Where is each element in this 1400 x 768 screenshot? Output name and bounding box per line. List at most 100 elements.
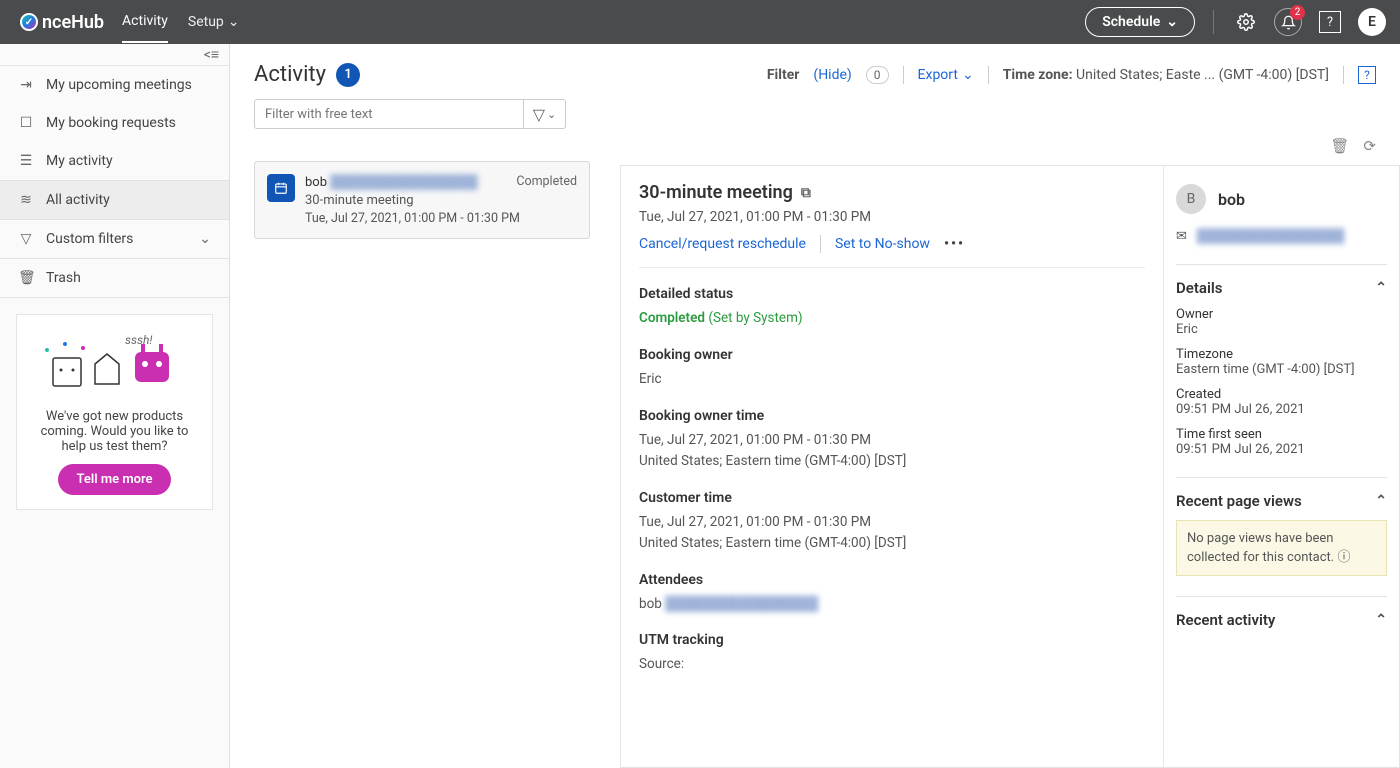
notification-badge: 2: [1290, 5, 1305, 20]
help-icon: ?: [1319, 11, 1341, 33]
sidebar-item-upcoming[interactable]: ⇥ My upcoming meetings: [0, 66, 229, 104]
detail-main: 30-minute meeting ⧉ Tue, Jul 27, 2021, 0…: [621, 166, 1163, 767]
divider: [1213, 10, 1214, 34]
promo-text: We've got new products coming. Would you…: [31, 409, 198, 454]
chevron-down-icon: ⌄: [199, 231, 211, 247]
notifications-button[interactable]: 2: [1274, 8, 1302, 36]
avatar[interactable]: E: [1358, 8, 1386, 36]
activity-list-item[interactable]: bob ████████████████ Completed 30-minute…: [254, 161, 590, 239]
sidebar-item-myactivity[interactable]: ☰ My activity: [0, 142, 229, 180]
export-button[interactable]: Export ⌄: [918, 67, 974, 83]
schedule-label: Schedule: [1102, 14, 1160, 30]
promo-illustration: sssh!: [31, 329, 198, 401]
owner-value: Eric: [639, 369, 1145, 390]
pageviews-section: Recent page views ⌃ No page views have b…: [1176, 477, 1387, 576]
envelope-icon: ✉: [1176, 229, 1187, 244]
sidebar-item-trash[interactable]: 🗑 Trash: [0, 259, 229, 297]
sidebar-promo: sssh! We've got new products coming. Wou…: [16, 314, 213, 510]
external-link-icon[interactable]: ⧉: [801, 185, 811, 201]
activity-count-badge: 1: [336, 63, 360, 87]
chevron-down-icon: ⌄: [547, 108, 556, 121]
refresh-button[interactable]: ⟳: [1363, 137, 1376, 155]
details-section: Details ⌃ OwnerEric TimezoneEastern time…: [1176, 264, 1387, 457]
owner-time-line1: Tue, Jul 27, 2021, 01:00 PM - 01:30 PM: [639, 430, 1145, 451]
chevron-up-icon: ⌃: [1375, 280, 1387, 296]
filter-label: Filter: [767, 67, 800, 83]
divider: [820, 235, 821, 253]
recent-activity-section: Recent activity ⌃: [1176, 596, 1387, 629]
list-tools: 🗑 ⟳: [230, 129, 1400, 161]
owner-time-heading: Booking owner time: [639, 408, 1145, 424]
filter-count: 0: [866, 66, 889, 84]
activity-time: Tue, Jul 27, 2021, 01:00 PM - 01:30 PM: [305, 211, 577, 226]
details-heading: Details: [1176, 279, 1222, 297]
sidebar-item-label: All activity: [46, 192, 110, 208]
activity-contact-name: bob: [305, 175, 327, 190]
delete-button[interactable]: 🗑: [1330, 137, 1349, 155]
activity-list: bob ████████████████ Completed 30-minute…: [254, 161, 590, 768]
sidebar-item-all-activity[interactable]: ≋ All activity: [0, 181, 229, 219]
cancel-reschedule-link[interactable]: Cancel/request reschedule: [639, 236, 806, 252]
pageviews-empty-notice: No page views have been collected for th…: [1176, 520, 1387, 576]
utm-source: Source:: [639, 654, 1145, 675]
pageviews-message: No page views have been collected for th…: [1187, 531, 1334, 565]
sidebar-collapse-toggle[interactable]: <≡: [0, 44, 229, 66]
nav-setup[interactable]: Setup ⌄: [188, 1, 240, 43]
sidebar-item-custom-filters[interactable]: ▽ Custom filters ⌄: [0, 220, 229, 258]
details-section-toggle[interactable]: Details ⌃: [1176, 279, 1387, 297]
help-button[interactable]: ?: [1316, 8, 1344, 36]
help-icon[interactable]: ?: [1358, 66, 1376, 84]
promo-button[interactable]: Tell me more: [58, 464, 170, 495]
nav-activity[interactable]: Activity: [122, 1, 168, 43]
top-nav: Activity Setup ⌄: [122, 1, 239, 43]
pageviews-heading: Recent page views: [1176, 492, 1302, 510]
activity-icon: ≋: [18, 192, 34, 208]
created-label: Created: [1176, 387, 1387, 402]
activity-contact-email: ████████████████: [330, 175, 477, 190]
customer-time-heading: Customer time: [639, 490, 1145, 506]
more-actions-button[interactable]: •••: [944, 236, 965, 252]
nav-setup-label: Setup: [188, 14, 224, 30]
schedule-button[interactable]: Schedule ⌄: [1085, 7, 1195, 37]
tz-label: Time zone:: [1003, 67, 1073, 83]
filter-icon: ▽: [18, 231, 34, 247]
filter-hide-link[interactable]: (Hide): [813, 67, 851, 83]
set-noshow-link[interactable]: Set to No-show: [835, 236, 930, 252]
sidebar-item-label: My upcoming meetings: [46, 77, 192, 93]
created-value: 09:51 PM Jul 26, 2021: [1176, 402, 1387, 417]
timezone-display: Time zone: United States; Easte ... (GMT…: [1003, 67, 1329, 83]
brand-logo[interactable]: ✓ nceHub: [20, 12, 104, 33]
chevron-up-icon: ⌃: [1375, 612, 1387, 628]
customer-time-line1: Tue, Jul 27, 2021, 01:00 PM - 01:30 PM: [639, 512, 1145, 533]
chevron-down-icon: ⌄: [962, 67, 974, 83]
promo-ssh-text: sssh!: [125, 333, 152, 347]
sidebar-item-label: My booking requests: [46, 115, 176, 131]
contact-name: bob: [1218, 190, 1245, 209]
trash-icon: 🗑: [18, 270, 34, 286]
sidebar-item-requests[interactable]: ☐ My booking requests: [0, 104, 229, 142]
page-title: Activity: [254, 62, 326, 87]
owner-heading: Booking owner: [639, 347, 1145, 363]
chevron-up-icon: ⌃: [1375, 493, 1387, 509]
chevron-down-icon: ⌄: [228, 14, 240, 30]
info-icon[interactable]: ⓘ: [1337, 550, 1350, 565]
customer-time-line2: United States; Eastern time (GMT-4:00) […: [639, 533, 1145, 554]
filter-dropdown-button[interactable]: ▽ ⌄: [524, 99, 566, 129]
firstseen-label: Time first seen: [1176, 427, 1387, 442]
sidebar-item-label: Trash: [46, 270, 81, 286]
attendee-email: ████████████████: [665, 596, 818, 612]
contact-email: ████████████████: [1197, 228, 1344, 244]
recent-activity-section-toggle[interactable]: Recent activity ⌃: [1176, 611, 1387, 629]
filter-input[interactable]: [254, 99, 524, 129]
header-tools: Filter (Hide) 0 Export ⌄ Time zone: Unit…: [767, 66, 1376, 84]
timezone-value: Eastern time (GMT -4:00) [DST]: [1176, 362, 1387, 377]
attendees-heading: Attendees: [639, 572, 1145, 588]
sidebar-item-label: My activity: [46, 153, 113, 169]
contact-header: B bob: [1176, 184, 1387, 214]
page-header: Activity 1 Filter (Hide) 0 Export ⌄ Time…: [230, 44, 1400, 99]
firstseen-value: 09:51 PM Jul 26, 2021: [1176, 442, 1387, 457]
status-setby: (Set by System): [708, 310, 802, 326]
pageviews-section-toggle[interactable]: Recent page views ⌃: [1176, 492, 1387, 510]
gear-icon[interactable]: [1232, 8, 1260, 36]
activity-meta: bob ████████████████ Completed 30-minute…: [305, 174, 577, 226]
